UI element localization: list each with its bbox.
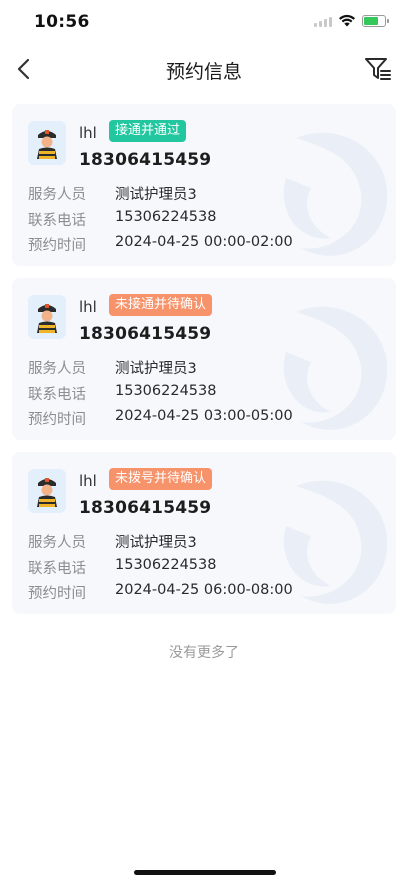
contact-row: 联系电话 15306224538 (28, 557, 216, 578)
avatar (28, 469, 66, 513)
user-phone: 18306415459 (79, 324, 212, 344)
avatar (28, 295, 66, 339)
nav-bar: 预约信息 (0, 46, 408, 92)
cellular-signal-icon (314, 15, 332, 27)
status-badge: 未接通并待确认 (109, 294, 213, 316)
avatar (28, 121, 66, 165)
no-more-text: 没有更多了 (169, 645, 239, 661)
user-phone: 18306415459 (79, 498, 212, 518)
appointment-card[interactable]: lhl 未接通并待确认 18306415459 服务人员 测试护理员3 联系电话 1… (12, 278, 396, 440)
user-name: lhl (79, 298, 97, 316)
time-label: 预约时间 (28, 412, 86, 428)
appointment-card[interactable]: lhl 未拨号并待确认 18306415459 服务人员 测试护理员3 联系电话 1… (12, 452, 396, 614)
time-value: 2024-04-25 03:00-05:00 (115, 408, 293, 424)
appointment-list: lhl 接通并通过 18306415459 服务人员 测试护理员3 联系电话 153… (12, 104, 396, 626)
contact-label: 联系电话 (28, 561, 86, 577)
status-badge: 接通并通过 (109, 120, 187, 142)
battery-icon (362, 14, 389, 27)
staff-row: 服务人员 测试护理员3 (28, 357, 197, 378)
time-row: 预约时间 2024-04-25 03:00-05:00 (28, 408, 293, 429)
contact-value: 15306224538 (115, 557, 217, 573)
status-badge: 未拨号并待确认 (109, 468, 213, 490)
time-value: 2024-04-25 06:00-08:00 (115, 582, 293, 598)
home-indicator (134, 870, 276, 875)
status-time: 10:56 (34, 12, 90, 32)
contact-label: 联系电话 (28, 213, 86, 229)
time-label: 预约时间 (28, 586, 86, 602)
page-title: 预约信息 (165, 61, 242, 83)
wifi-icon (339, 14, 355, 27)
staff-value: 测试护理员3 (115, 187, 197, 203)
status-bar: 10:56 (0, 0, 408, 44)
contact-row: 联系电话 15306224538 (28, 383, 216, 404)
staff-label: 服务人员 (28, 361, 86, 377)
user-phone: 18306415459 (79, 150, 212, 170)
staff-row: 服务人员 测试护理员3 (28, 183, 197, 204)
appointment-card[interactable]: lhl 接通并通过 18306415459 服务人员 测试护理员3 联系电话 153… (12, 104, 396, 266)
staff-row: 服务人员 测试护理员3 (28, 531, 197, 552)
time-row: 预约时间 2024-04-25 06:00-08:00 (28, 582, 293, 603)
staff-label: 服务人员 (28, 535, 86, 551)
status-icons (314, 14, 389, 27)
time-label: 预约时间 (28, 238, 86, 254)
filter-icon[interactable] (364, 56, 392, 82)
contact-row: 联系电话 15306224538 (28, 209, 216, 230)
contact-value: 15306224538 (115, 209, 217, 225)
user-name: lhl (79, 124, 97, 142)
contact-value: 15306224538 (115, 383, 217, 399)
user-name: lhl (79, 472, 97, 490)
staff-label: 服务人员 (28, 187, 86, 203)
staff-value: 测试护理员3 (115, 535, 197, 551)
time-value: 2024-04-25 00:00-02:00 (115, 234, 293, 250)
time-row: 预约时间 2024-04-25 00:00-02:00 (28, 234, 293, 255)
contact-label: 联系电话 (28, 387, 86, 403)
staff-value: 测试护理员3 (115, 361, 197, 377)
